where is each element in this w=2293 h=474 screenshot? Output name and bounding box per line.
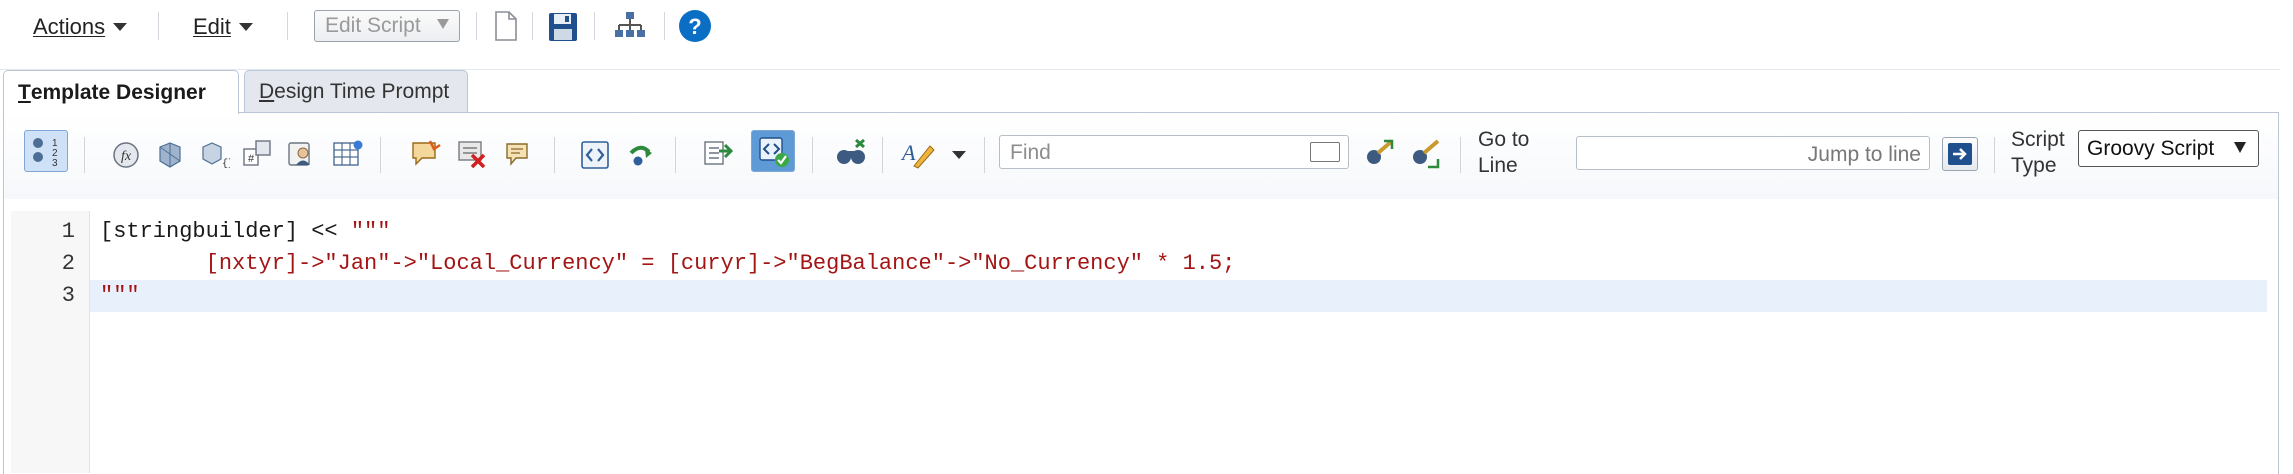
editor-toolbar: 1 2 3 fx {} #	[4, 113, 2278, 199]
script-type-label: Script Type	[2011, 127, 2065, 179]
divider	[532, 12, 533, 40]
runtime-prompt-icon[interactable]: #	[242, 139, 272, 169]
find-placeholder: Find	[1010, 141, 1051, 164]
svg-text:?: ?	[688, 14, 701, 39]
divider	[476, 12, 477, 40]
edit-menu-label: Edit	[193, 14, 231, 39]
go-to-line-label-line1: Go to	[1478, 128, 1530, 151]
divider	[675, 137, 676, 173]
divider	[984, 137, 985, 173]
divider	[158, 12, 159, 40]
new-document-icon[interactable]	[493, 11, 519, 41]
tab-label: esign Time Prompt	[274, 79, 450, 103]
syntax-check-icon	[759, 137, 789, 167]
add-comment-icon[interactable]	[410, 139, 442, 169]
hierarchy-icon[interactable]	[614, 10, 646, 42]
divider	[812, 137, 813, 173]
actions-menu-label: Actions	[33, 14, 106, 39]
chevron-down-icon[interactable]	[952, 151, 966, 159]
divider	[287, 12, 288, 40]
validate-arrow-icon[interactable]	[626, 140, 656, 170]
help-icon[interactable]: ?	[678, 9, 712, 43]
edit-script-dropdown: Edit Script	[314, 10, 460, 42]
chevron-down-icon	[437, 19, 449, 29]
tab-bar: Template Designer Design Time Prompt	[0, 69, 2293, 114]
svg-text:#: #	[248, 153, 255, 165]
divider	[1994, 137, 1995, 173]
tab-label: emplate Designer	[30, 80, 206, 104]
code-line-1: [stringbuilder] << """	[100, 216, 390, 247]
go-to-line-label-line2: Line	[1478, 154, 1518, 177]
svg-text:fx: fx	[121, 149, 132, 164]
chevron-down-icon	[2234, 142, 2246, 153]
line-numbers-icon: 1 2 3	[33, 138, 58, 169]
line-numbers-toggle[interactable]: 1 2 3	[24, 130, 68, 172]
chevron-down-icon	[113, 23, 128, 31]
insert-script-icon[interactable]	[701, 138, 733, 168]
tab-design-time-prompt[interactable]: Design Time Prompt	[244, 70, 468, 112]
function-icon[interactable]: fx	[112, 141, 140, 169]
chevron-down-icon	[238, 23, 253, 31]
actions-menu[interactable]: Actions	[33, 12, 128, 42]
line-number: 2	[61, 251, 75, 276]
top-menubar: Actions Edit Edit Script ?	[0, 0, 2280, 70]
code-line-2: [nxtyr]->"Jan"->"Local_Currency" = [cury…	[100, 251, 1236, 276]
syntax-check-toggle[interactable]	[751, 130, 795, 172]
svg-text:{}: {}	[222, 158, 230, 169]
arrow-right-icon	[1948, 143, 1972, 165]
tab-template-designer[interactable]: Template Designer	[3, 70, 239, 114]
go-to-line-label: Go to Line	[1478, 127, 1529, 179]
divider	[882, 137, 883, 173]
find-input[interactable]: Find	[999, 135, 1349, 169]
line-number: 3	[61, 283, 75, 308]
svg-text:3: 3	[52, 158, 58, 169]
script-type-select[interactable]: Groovy Script	[2078, 130, 2259, 167]
edit-menu[interactable]: Edit	[193, 12, 253, 42]
find-previous-icon[interactable]	[1408, 137, 1442, 171]
code-view-icon[interactable]	[580, 140, 610, 170]
jump-to-line-button[interactable]	[1942, 137, 1978, 171]
divider	[594, 12, 595, 40]
format-text-icon[interactable]: A	[900, 138, 936, 170]
divider	[554, 137, 555, 173]
code-token: """	[350, 219, 391, 244]
script-type-value: Groovy Script	[2087, 137, 2215, 160]
delete-comment-icon[interactable]	[456, 139, 488, 169]
card-icon	[1310, 142, 1340, 162]
divider	[664, 12, 665, 40]
table-settings-icon[interactable]	[332, 139, 364, 169]
divider	[1460, 137, 1461, 173]
jump-to-line-input[interactable]: Jump to line	[1576, 136, 1930, 170]
line-number: 1	[61, 219, 75, 244]
member-icon[interactable]	[156, 141, 184, 169]
svg-text:A: A	[900, 140, 916, 165]
script-type-label-line1: Script	[2011, 128, 2065, 151]
variable-icon[interactable]: {}	[200, 141, 230, 169]
jump-to-line-placeholder: Jump to line	[1807, 143, 1921, 166]
divider	[380, 137, 381, 173]
tab-label-mnemonic: T	[18, 80, 31, 104]
code-token: [stringbuilder] <<	[100, 219, 351, 244]
code-editor[interactable]: [stringbuilder] << """ [nxtyr]->"Jan"->"…	[90, 211, 2267, 473]
divider	[84, 137, 85, 173]
code-line-3: """	[100, 283, 140, 308]
find-next-icon[interactable]	[1362, 137, 1396, 171]
comment-icon[interactable]	[504, 141, 532, 167]
save-icon[interactable]	[548, 12, 578, 42]
tab-label-mnemonic: D	[259, 79, 275, 103]
user-icon[interactable]	[286, 139, 316, 169]
binoculars-icon[interactable]	[834, 137, 870, 169]
script-type-label-line2: Type	[2011, 154, 2057, 177]
edit-script-label: Edit Script	[325, 14, 421, 37]
